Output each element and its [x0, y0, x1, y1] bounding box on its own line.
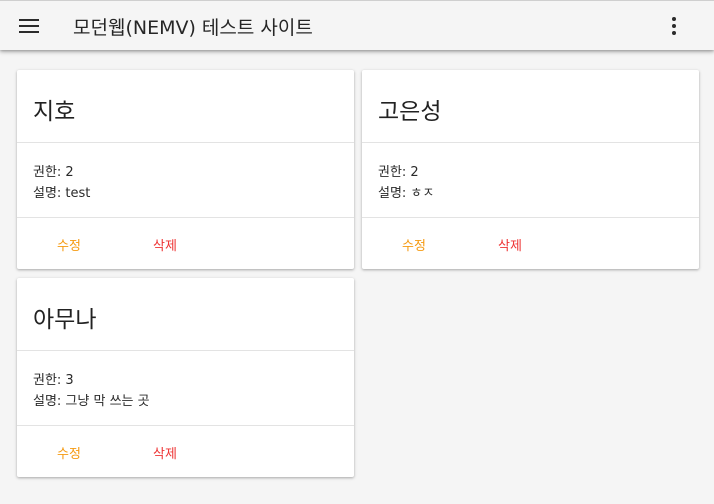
user-level: 권한: 2	[378, 165, 419, 180]
user-description: 설명: 그냥 막 쓰는 곳	[33, 394, 150, 409]
user-card: 아무나 권한: 3 설명: 그냥 막 쓰는 곳 수정 삭제	[17, 278, 354, 477]
edit-button[interactable]: 수정	[398, 233, 430, 256]
user-card: 지호 권한: 2 설명: test 수정 삭제	[17, 70, 354, 269]
user-name: 지호	[33, 99, 76, 125]
app-title: 모던웹(NEMV) 테스트 사이트	[73, 17, 313, 39]
user-level: 권한: 3	[33, 373, 74, 388]
user-name: 고은성	[378, 99, 442, 125]
divider	[362, 142, 699, 143]
divider	[17, 217, 354, 218]
user-description: 설명: ㅎㅈ	[378, 186, 435, 201]
user-description: 설명: test	[33, 186, 91, 201]
divider	[362, 217, 699, 218]
delete-button[interactable]: 삭제	[149, 441, 181, 464]
user-level: 권한: 2	[33, 165, 74, 180]
edit-button[interactable]: 수정	[53, 233, 85, 256]
more-vert-icon[interactable]	[664, 16, 684, 36]
app-bar: 모던웹(NEMV) 테스트 사이트	[0, 0, 714, 50]
user-card: 고은성 권한: 2 설명: ㅎㅈ 수정 삭제	[362, 70, 699, 269]
divider	[17, 350, 354, 351]
delete-button[interactable]: 삭제	[149, 233, 181, 256]
edit-button[interactable]: 수정	[53, 441, 85, 464]
divider	[17, 142, 354, 143]
user-name: 아무나	[33, 307, 97, 333]
delete-button[interactable]: 삭제	[494, 233, 526, 256]
menu-icon[interactable]	[19, 18, 39, 34]
divider	[17, 425, 354, 426]
